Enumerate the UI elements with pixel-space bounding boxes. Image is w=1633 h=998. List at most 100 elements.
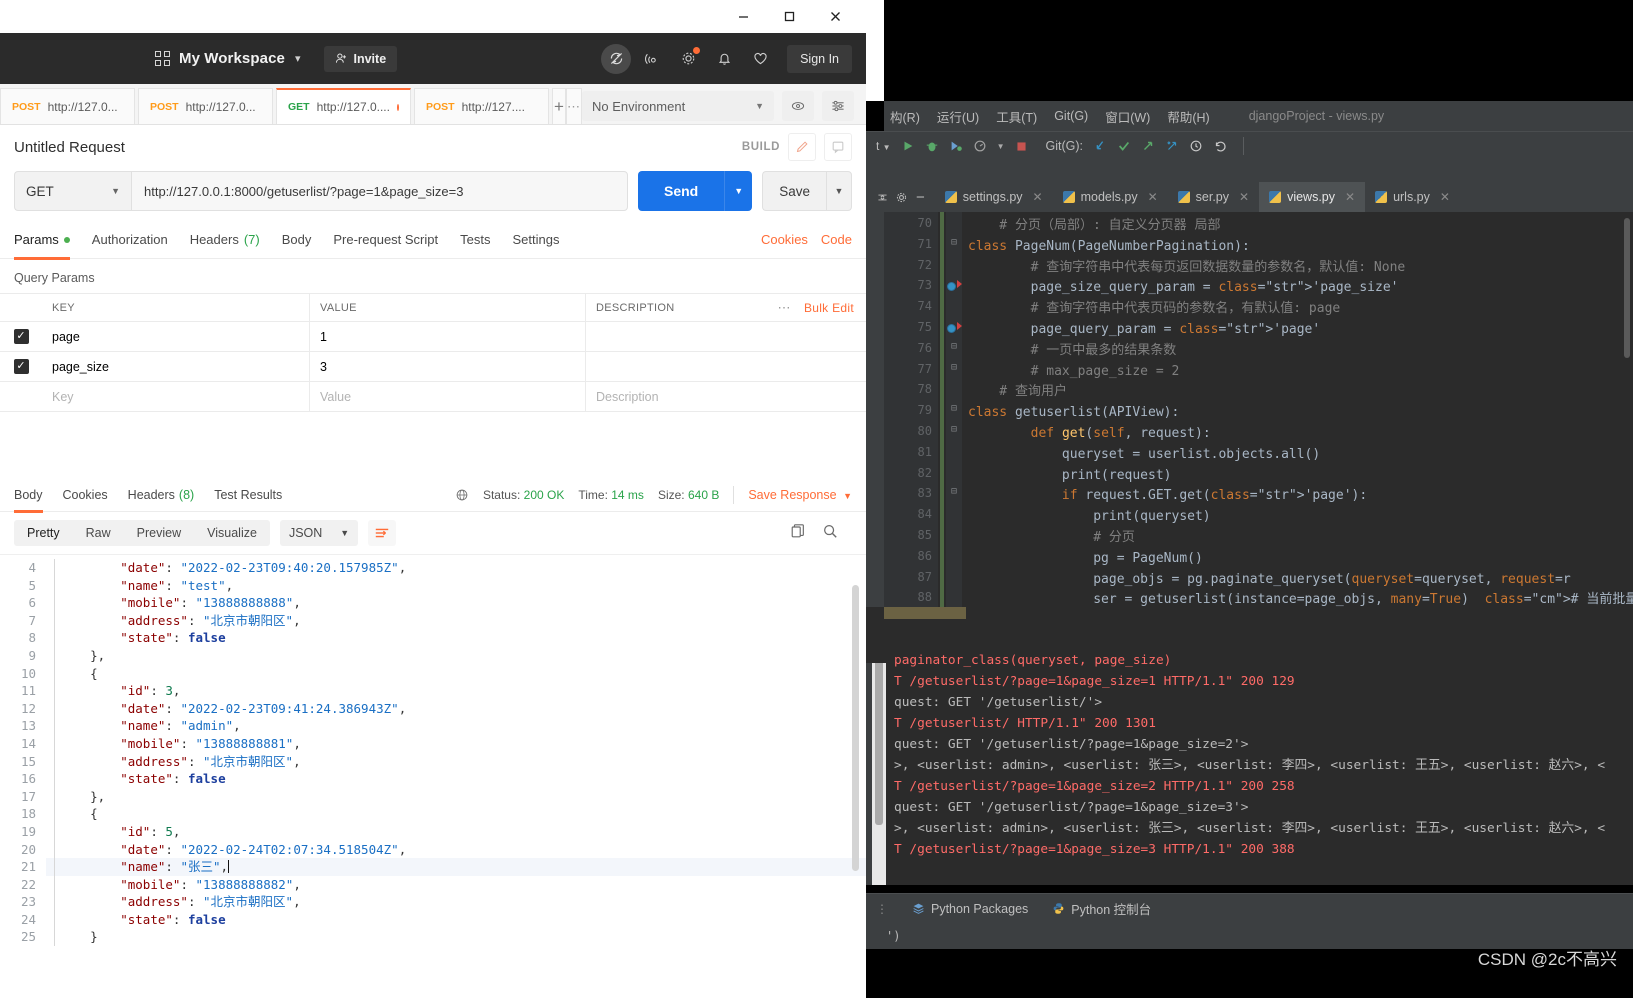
sign-in-button[interactable]: Sign In <box>787 44 852 73</box>
console-scroll-thumb[interactable] <box>875 655 883 825</box>
editor-scrollbar[interactable] <box>1624 218 1630 358</box>
code-line[interactable]: # max_page_size = 2 <box>962 362 1633 383</box>
menu-item-help[interactable]: 帮助(H) <box>1167 107 1209 126</box>
code-line[interactable]: "state": false <box>46 629 866 647</box>
response-tab-cookies[interactable]: Cookies <box>63 478 108 512</box>
fold-marker[interactable]: ⊟ <box>946 403 962 424</box>
satellite-icon[interactable] <box>637 44 667 74</box>
request-title[interactable]: Untitled Request <box>14 139 125 156</box>
code-line[interactable]: "name": "张三", <box>46 858 866 876</box>
fold-marker[interactable] <box>946 549 962 570</box>
fold-marker[interactable] <box>946 466 962 487</box>
row-checkbox[interactable]: ✓ <box>0 322 42 351</box>
row-key-placeholder[interactable]: Key <box>42 382 310 411</box>
row-value[interactable]: 3 <box>310 352 586 381</box>
fold-marker[interactable] <box>946 507 962 528</box>
minimize-icon[interactable] <box>720 2 766 32</box>
history-clock-icon[interactable] <box>1189 139 1203 153</box>
row-description[interactable] <box>586 322 866 351</box>
code-line[interactable]: page_size_query_param = class="str">'pag… <box>962 278 1633 299</box>
row-checkbox[interactable]: ✓ <box>0 352 42 381</box>
heart-icon[interactable] <box>745 44 775 74</box>
menu-item-window[interactable]: 窗口(W) <box>1105 107 1150 126</box>
row-description-placeholder[interactable]: Description <box>586 382 866 411</box>
row-description[interactable] <box>586 352 866 381</box>
request-tab[interactable]: POST http://127.0... <box>138 88 273 124</box>
eye-icon[interactable] <box>782 91 814 121</box>
request-tab[interactable]: POST http://127.0... <box>0 88 135 124</box>
debug-icon[interactable] <box>925 139 939 153</box>
code-line[interactable]: "state": false <box>46 911 866 929</box>
pencil-icon[interactable] <box>788 133 816 161</box>
format-pretty[interactable]: Pretty <box>14 520 73 546</box>
menu-item-run[interactable]: 运行(U) <box>937 107 979 126</box>
row-key[interactable]: page_size <box>42 352 310 381</box>
tab-settings[interactable]: Settings <box>512 221 559 259</box>
gear-icon[interactable] <box>673 44 703 74</box>
code-editor[interactable]: 70 71 72 73 74 75 76 77 78 79 80 81 82 83 84 85 86 87 88 ⊟… <box>866 212 1633 607</box>
fold-marker[interactable]: ⊟ <box>946 341 962 362</box>
code-line[interactable]: "date": "2022-02-23T09:40:20.157985Z", <box>46 559 866 577</box>
url-input[interactable]: http://127.0.0.1:8000/getuserlist/?page=… <box>131 171 628 211</box>
code-line[interactable]: class PageNum(PageNumberPagination): <box>962 237 1633 258</box>
row-key[interactable]: page <box>42 322 310 351</box>
profile-icon[interactable] <box>973 139 987 153</box>
code-line[interactable]: "state": false <box>46 770 866 788</box>
editor-tab-urls[interactable]: urls.py ✕ <box>1365 182 1460 212</box>
cookies-link[interactable]: Cookies <box>761 232 808 247</box>
response-tab-test-results[interactable]: Test Results <box>214 478 282 512</box>
comment-icon[interactable] <box>824 133 852 161</box>
bell-icon[interactable] <box>709 44 739 74</box>
response-tab-headers[interactable]: Headers (8) <box>128 478 195 512</box>
fold-marker[interactable]: ⊟ <box>946 362 962 383</box>
code-line[interactable]: page_query_param = class="str">'page' <box>962 320 1633 341</box>
code-link[interactable]: Code <box>821 232 852 247</box>
response-tab-body[interactable]: Body <box>14 478 43 513</box>
coverage-icon[interactable] <box>949 139 963 153</box>
bulk-edit-link[interactable]: Bulk Edit <box>804 301 854 315</box>
tab-headers[interactable]: Headers (7) <box>190 221 260 259</box>
word-wrap-icon[interactable] <box>368 520 397 546</box>
fold-marker[interactable] <box>946 570 962 591</box>
vertical-scrollbar[interactable] <box>852 585 859 871</box>
code-line[interactable]: page_objs = pg.paginate_queryset(queryse… <box>962 570 1633 591</box>
console-scroll-track[interactable] <box>872 645 886 885</box>
fold-marker[interactable]: ⊟ <box>946 237 962 258</box>
sync-off-icon[interactable] <box>601 43 632 74</box>
tab-params[interactable]: Params <box>14 221 70 260</box>
environment-select[interactable]: No Environment ▼ <box>582 91 774 121</box>
fold-marker[interactable] <box>946 590 962 607</box>
code-line[interactable]: "mobile": "13888888882", <box>46 876 866 894</box>
code-line[interactable]: "date": "2022-02-23T09:41:24.386943Z", <box>46 700 866 718</box>
tab-body[interactable]: Body <box>282 221 312 259</box>
ellipsis-icon[interactable]: ⋯ <box>566 88 582 124</box>
editor-tab-models[interactable]: models.py ✕ <box>1053 182 1168 212</box>
code-line[interactable]: "name": "test", <box>46 577 866 595</box>
code-line[interactable]: if request.GET.get(class="str">'page'): <box>962 486 1633 507</box>
code-line[interactable]: }, <box>46 788 866 806</box>
minus-icon[interactable]: − <box>916 189 925 206</box>
run-icon[interactable] <box>901 139 915 153</box>
tab-pre-request-script[interactable]: Pre-request Script <box>333 221 438 259</box>
close-icon[interactable]: ✕ <box>1148 190 1158 204</box>
code-line[interactable]: "id": 5, <box>46 823 866 841</box>
copy-icon[interactable] <box>790 523 806 544</box>
save-response-button[interactable]: Save Response ▼ <box>748 488 852 502</box>
commit-check-icon[interactable] <box>1117 139 1131 153</box>
bottom-tab-python-packages[interactable]: Python Packages <box>912 902 1028 916</box>
request-tab-active[interactable]: GET http://127.0.... <box>276 88 411 124</box>
code-folding-gutter[interactable]: ⊟ ⊟ ⊟ ⊟ ⊟ ⊟ <box>946 212 962 607</box>
send-button[interactable]: Send <box>637 171 725 211</box>
fold-marker[interactable] <box>946 528 962 549</box>
fold-marker[interactable]: ⊟ <box>946 424 962 445</box>
run-config-selector[interactable]: t ▼ <box>876 139 891 153</box>
format-type-select[interactable]: JSON ▼ <box>279 520 359 546</box>
sliders-icon[interactable] <box>822 91 854 121</box>
save-dropdown-caret[interactable]: ▼ <box>826 171 852 211</box>
row-value-placeholder[interactable]: Value <box>310 382 586 411</box>
code-line[interactable]: "address": "北京市朝阳区", <box>46 612 866 630</box>
code-line[interactable]: # 分页（局部）: 自定义分页器 局部 <box>962 216 1633 237</box>
code-line[interactable]: # 一页中最多的结果条数 <box>962 341 1633 362</box>
collapse-icon[interactable] <box>876 191 889 204</box>
fold-marker[interactable]: ⊟ <box>946 486 962 507</box>
